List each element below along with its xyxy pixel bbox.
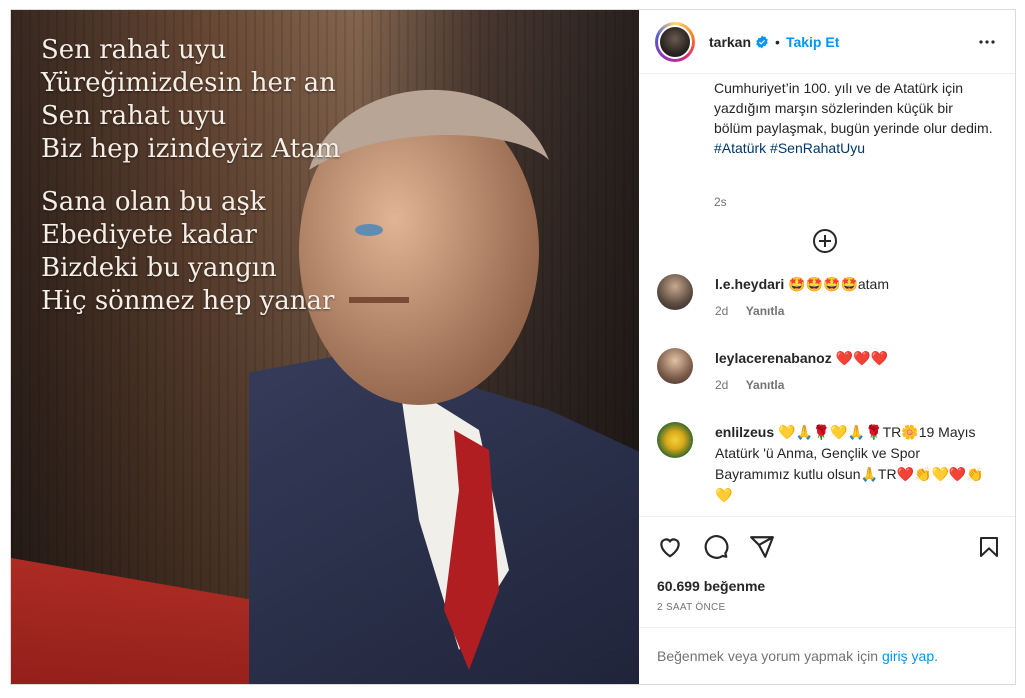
comment-body: enlilzeus 💛🙏🌹💛🙏🌹TR🌼19 Mayıs Atatürk 'ü A… <box>715 422 985 506</box>
load-more-comments-icon[interactable] <box>812 228 838 254</box>
comment-avatar[interactable] <box>657 422 693 458</box>
poem-line: Biz hep izindeyiz Atam <box>41 134 341 164</box>
comment-body: leylacerenabanoz ❤️❤️❤️ 2d Yanıtla <box>715 348 985 396</box>
comment-meta: 2d Yanıtla <box>715 301 985 322</box>
separator-dot: • <box>775 33 780 50</box>
action-bar <box>639 516 1015 576</box>
bookmark-icon <box>980 536 998 557</box>
login-prompt: Beğenmek veya yorum yapmak için giriş ya… <box>639 627 1015 684</box>
post-sidebar: tarkan • Takip Et Cumhuriyet’in 100. yıl… <box>639 10 1015 684</box>
comment-username[interactable]: enlilzeus <box>715 424 774 440</box>
share-button[interactable] <box>749 534 775 560</box>
likes-count[interactable]: 60.699 beğenme <box>639 578 1015 594</box>
caption-text: Cumhuriyet’in 100. yılı ve de Atatürk iç… <box>714 80 993 136</box>
verified-badge-icon <box>756 35 768 48</box>
like-button[interactable] <box>657 534 683 560</box>
comments-section[interactable]: Cumhuriyet’in 100. yılı ve de Atatürk iç… <box>639 74 1015 516</box>
comment-item: l.e.heydari 🤩🤩🤩🤩atam 2d Yanıtla <box>657 274 985 322</box>
username[interactable]: tarkan <box>709 34 751 50</box>
comment-icon <box>704 534 729 559</box>
post-time: 2 SAAT ÖNCE <box>657 602 726 613</box>
avatar-image <box>658 24 692 59</box>
share-icon <box>750 535 774 558</box>
comment-item: leylacerenabanoz ❤️❤️❤️ 2d Yanıtla <box>657 348 985 396</box>
comment-item: enlilzeus 💛🙏🌹💛🙏🌹TR🌼19 Mayıs Atatürk 'ü A… <box>657 422 985 506</box>
poem-line: Sana olan bu aşk <box>41 187 266 217</box>
comment-button[interactable] <box>703 534 729 560</box>
avatar[interactable] <box>655 21 695 62</box>
poem-stanza-2: Sana olan bu aşk Ebediyete kadar Bizdeki… <box>41 186 340 318</box>
comment-username[interactable]: leylacerenabanoz <box>715 350 832 366</box>
login-suffix: . <box>934 648 939 664</box>
poem-line: Hiç sönmez hep yanar <box>41 286 335 316</box>
post-image[interactable]: Sen rahat uyu Yüreğimizdesin her an Sen … <box>11 10 639 684</box>
comment-avatar[interactable] <box>657 348 693 384</box>
caption: Cumhuriyet’in 100. yılı ve de Atatürk iç… <box>714 78 994 158</box>
poem-line: Sen rahat uyu <box>41 101 227 131</box>
poem-line: Yüreğimizdesin her an <box>41 68 336 98</box>
post-header: tarkan • Takip Et <box>639 10 1015 74</box>
reply-button[interactable]: Yanıtla <box>746 378 785 392</box>
more-horizontal-icon[interactable] <box>975 30 999 54</box>
comment-meta: 2d Yanıtla <box>715 375 985 396</box>
login-text: Beğenmek veya yorum yapmak için <box>657 648 878 664</box>
poem-line: Sen rahat uyu <box>41 35 227 65</box>
comment-username[interactable]: l.e.heydari <box>715 276 784 292</box>
reply-button[interactable]: Yanıtla <box>746 304 785 318</box>
comment-time: 2d <box>715 378 729 392</box>
login-link[interactable]: giriş yap <box>882 648 934 664</box>
caption-hashtags[interactable]: #Atatürk #SenRahatUyu <box>714 140 865 156</box>
poem-overlay: Sen rahat uyu Yüreğimizdesin her an Sen … <box>41 34 340 338</box>
save-button[interactable] <box>977 534 1001 560</box>
poem-line: Ebediyete kadar <box>41 220 257 250</box>
comment-text: 🤩🤩🤩🤩atam <box>788 276 890 292</box>
comment-body: l.e.heydari 🤩🤩🤩🤩atam 2d Yanıtla <box>715 274 985 322</box>
comment-time: 2d <box>715 304 729 318</box>
poem-line: Bizdeki bu yangın <box>41 253 277 283</box>
comment-avatar[interactable] <box>657 274 693 310</box>
poem-stanza-1: Sen rahat uyu Yüreğimizdesin her an Sen … <box>41 34 340 166</box>
follow-button[interactable]: Takip Et <box>786 34 839 50</box>
heart-icon <box>660 537 680 557</box>
instagram-post: Sen rahat uyu Yüreğimizdesin her an Sen … <box>10 9 1016 685</box>
comment-text: ❤️❤️❤️ <box>835 350 888 366</box>
caption-time: 2s <box>714 195 727 209</box>
